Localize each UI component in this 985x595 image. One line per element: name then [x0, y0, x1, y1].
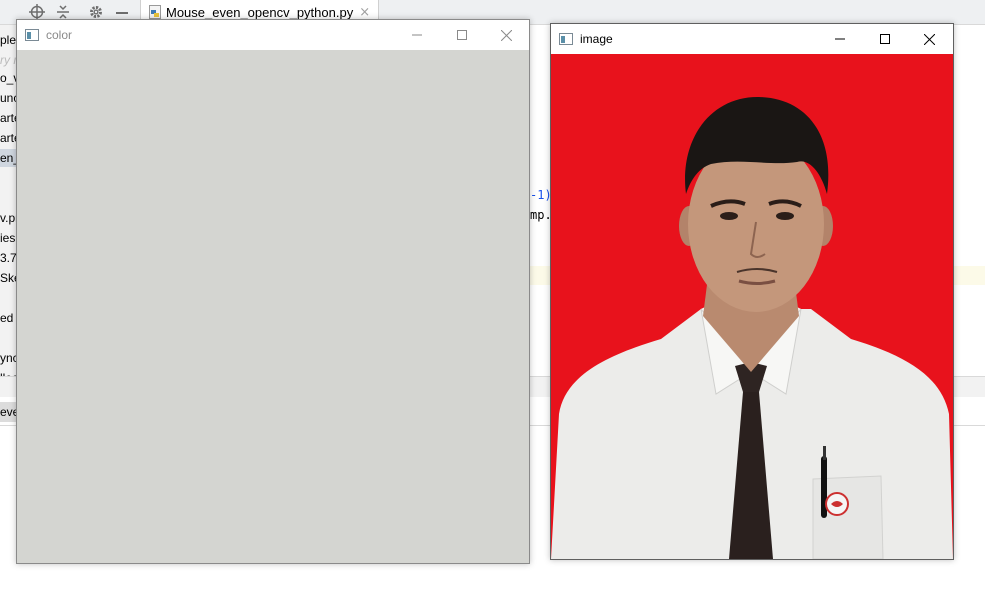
project-item[interactable]: ync [0, 349, 17, 367]
project-item[interactable]: arte [0, 109, 17, 127]
python-file-icon [149, 5, 161, 19]
maximize-button[interactable] [862, 24, 907, 54]
project-item[interactable]: v.pr [0, 209, 17, 227]
project-item[interactable]: ed [0, 309, 13, 327]
image-window-titlebar[interactable]: image [551, 24, 953, 54]
project-item[interactable]: unc [0, 89, 17, 107]
window-title: image [580, 32, 613, 46]
project-item[interactable]: ple [0, 31, 16, 49]
color-window-titlebar[interactable]: color [17, 20, 529, 50]
image-window: image [550, 23, 954, 560]
tab-close-icon[interactable]: × [359, 5, 370, 20]
color-window: color [16, 19, 530, 564]
run-tab[interactable]: ever [0, 402, 17, 422]
minimize-icon [834, 38, 845, 40]
project-panel: ple ry r o_v unc arte arte en_ v.pr ies … [0, 25, 17, 425]
minimize-panel-icon[interactable] [114, 4, 130, 20]
project-item-selected[interactable]: en_ [0, 149, 17, 167]
app-icon [25, 29, 39, 41]
minimize-button[interactable] [394, 20, 439, 50]
code-fragment: -1) [530, 188, 552, 202]
locate-icon[interactable] [29, 4, 45, 20]
maximize-icon [879, 34, 890, 44]
project-item[interactable]: ies [0, 229, 15, 247]
maximize-icon [456, 30, 467, 40]
project-item[interactable]: arte [0, 129, 17, 147]
minimize-icon [411, 34, 422, 36]
close-button[interactable] [907, 24, 952, 54]
project-item[interactable]: o_v [0, 69, 17, 87]
tab-label: Mouse_even_opencv_python.py [166, 4, 354, 20]
app-icon [559, 33, 573, 45]
close-icon [501, 29, 512, 41]
color-swatch-canvas[interactable] [17, 50, 529, 563]
collapse-all-icon[interactable] [55, 4, 71, 20]
portrait-photo[interactable] [551, 54, 953, 559]
portrait-illustration [551, 54, 953, 559]
minimize-button[interactable] [817, 24, 862, 54]
project-item[interactable]: Ske [0, 269, 17, 287]
maximize-button[interactable] [439, 20, 484, 50]
close-icon [924, 33, 935, 45]
project-item[interactable]: 3.7 [0, 249, 17, 267]
window-title: color [46, 28, 73, 42]
gear-icon[interactable] [88, 4, 104, 20]
project-item[interactable]: ry r [0, 51, 17, 69]
close-button[interactable] [484, 20, 529, 50]
